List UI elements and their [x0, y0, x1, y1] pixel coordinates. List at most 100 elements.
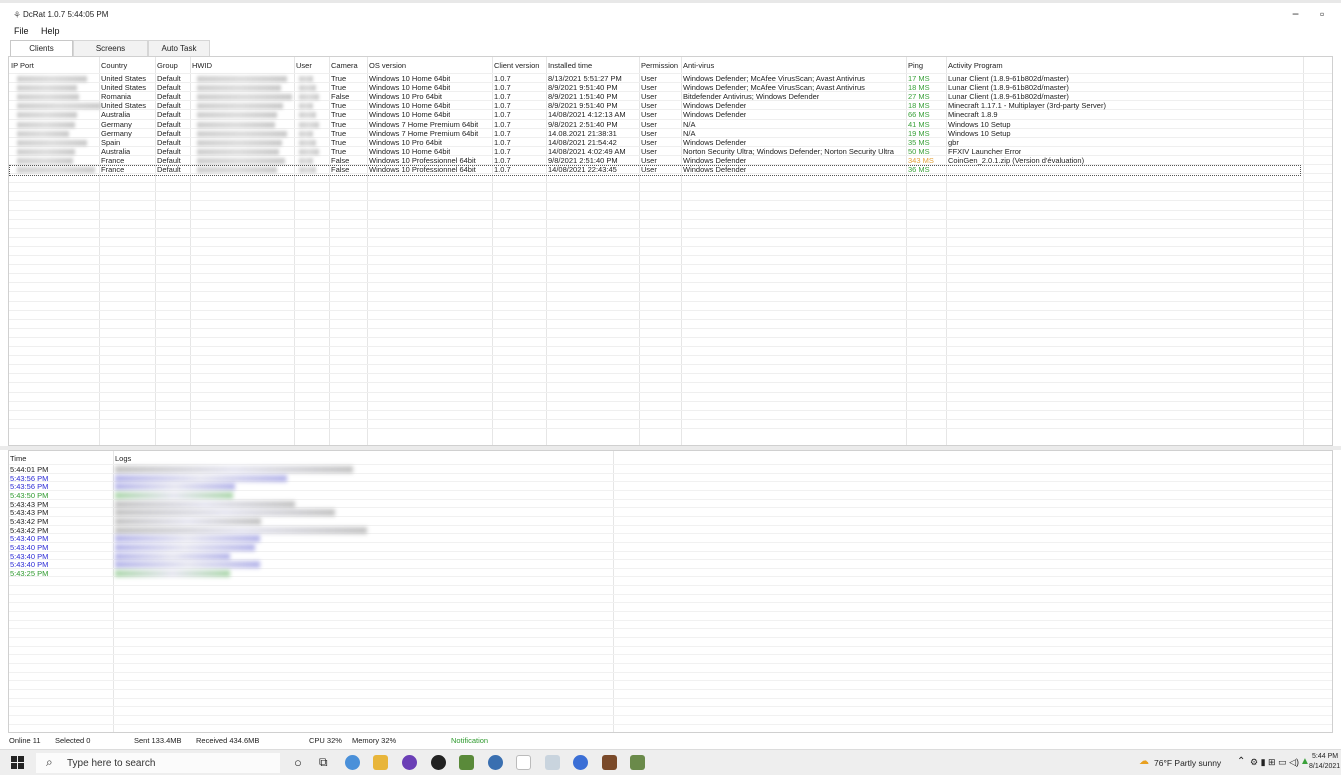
cell-activity: gbr — [948, 137, 959, 147]
table-row[interactable]: France Default False Windows 10 Professionn… — [9, 155, 1332, 165]
search-icon: ⌕ — [46, 755, 53, 769]
taskbar-date[interactable]: 8/14/2021 — [1309, 763, 1340, 770]
column-header-camera[interactable]: Camera — [331, 61, 358, 70]
cell-group: Default — [157, 137, 181, 147]
app-icon-purple[interactable] — [402, 755, 417, 770]
table-row[interactable]: United States Default True Windows 10 Home … — [9, 83, 1332, 93]
table-row[interactable]: United States Default True Windows 10 Home … — [9, 74, 1332, 83]
column-header-country[interactable]: Country — [101, 61, 127, 70]
table-row[interactable]: United States Default True Windows 10 Home … — [9, 101, 1332, 111]
tab-screens[interactable]: Screens — [73, 40, 148, 56]
chevron-up-icon[interactable]: ⌃ — [1237, 756, 1245, 767]
log-row-divider — [9, 671, 1332, 673]
tray-icons[interactable]: ⚙ ▮ ⊞ ▭ ◁) — [1250, 757, 1299, 768]
table-row[interactable]: France Default False Windows 10 Professionn… — [9, 165, 1332, 176]
redacted-ip — [17, 148, 75, 155]
cell-permission: User — [641, 110, 657, 120]
log-column-divider[interactable] — [113, 451, 114, 732]
app-icon-blue-red[interactable] — [573, 755, 588, 770]
table-row[interactable]: Australia Default True Windows 10 Home 64bi… — [9, 147, 1332, 156]
redacted-log-message — [115, 483, 235, 491]
table-row[interactable]: Germany Default True Windows 7 Home Premium… — [9, 128, 1332, 138]
weather-text[interactable]: 76°F Partly sunny — [1154, 758, 1221, 768]
column-header-activity-program[interactable]: Activity Program — [948, 61, 1003, 70]
windows-start-icon[interactable] — [11, 756, 24, 769]
cell-group: Default — [157, 101, 181, 111]
redacted-log-message — [115, 509, 335, 517]
column-header-client-version[interactable]: Client version — [494, 61, 539, 70]
redacted-user — [299, 121, 319, 128]
cell-os: Windows 10 Home 64bit — [369, 101, 451, 111]
log-header-time[interactable]: Time — [10, 454, 26, 463]
window-title: DcRat 1.0.7 5:44:05 PM — [23, 10, 109, 19]
row-divider — [9, 236, 1332, 238]
row-divider — [9, 300, 1332, 302]
cell-activity: Windows 10 Setup — [948, 128, 1011, 138]
column-header-installed-time[interactable]: Installed time — [548, 61, 592, 70]
redacted-ip — [17, 94, 79, 101]
row-divider — [9, 182, 1332, 184]
cell-permission: User — [641, 119, 657, 129]
chrome-icon[interactable] — [345, 755, 360, 770]
row-divider — [9, 391, 1332, 393]
column-header-ip-port[interactable]: IP Port — [11, 61, 34, 70]
dcrat-taskbar-icon[interactable] — [516, 755, 531, 770]
cell-group: Default — [157, 74, 181, 83]
table-row[interactable]: Romania Default False Windows 10 Pro 64bit 1… — [9, 92, 1332, 102]
clients-table[interactable]: IP Port Country Group HWID User Camera OS vers… — [8, 56, 1333, 446]
redacted-log-message — [115, 526, 367, 534]
column-header-group[interactable]: Group — [157, 61, 178, 70]
cell-ping: 18 MS — [908, 101, 930, 111]
menu-file[interactable]: File — [14, 26, 29, 36]
log-column-divider[interactable] — [613, 451, 614, 732]
row-divider — [9, 282, 1332, 284]
logs-table[interactable]: Time Logs 5:44:01 PM 5:43:56 PM 5:43:56 PM 5:… — [8, 450, 1333, 733]
table-row[interactable]: Germany Default True Windows 7 Home Premium… — [9, 119, 1332, 129]
cell-activity: Minecraft 1.8.9 — [948, 110, 998, 120]
tab-clients[interactable]: Clients — [10, 40, 73, 57]
notification-label[interactable]: Notification — [451, 736, 488, 745]
column-header-anti-virus[interactable]: Anti-virus — [683, 61, 714, 70]
tab-auto-task[interactable]: Auto Task — [148, 40, 210, 56]
row-divider — [9, 336, 1332, 338]
table-row[interactable]: Australia Default True Windows 10 Home 64bi… — [9, 110, 1332, 120]
column-header-user[interactable]: User — [296, 61, 312, 70]
app-icon-dark[interactable] — [431, 755, 446, 770]
app-icon-blue[interactable] — [488, 755, 503, 770]
minimize-icon[interactable]: − — [1292, 7, 1299, 21]
taskbar-search-box[interactable]: ⌕ Type here to search — [36, 753, 280, 773]
cell-country: United States — [101, 83, 147, 93]
cell-group: Default — [157, 128, 181, 138]
table-row[interactable]: Spain Default True Windows 10 Pro 64bit 1.0.… — [9, 137, 1332, 147]
column-header-hwid[interactable]: HWID — [192, 61, 212, 70]
log-row-divider — [9, 723, 1332, 725]
column-header-permission[interactable]: Permission — [641, 61, 678, 70]
app-icon-grey[interactable] — [545, 755, 560, 770]
cell-camera: False — [331, 92, 350, 102]
row-divider — [9, 382, 1332, 384]
row-divider — [9, 191, 1332, 193]
log-time: 5:43:42 PM — [10, 525, 49, 535]
log-row-divider — [9, 593, 1332, 595]
column-header-ping[interactable]: Ping — [908, 61, 923, 70]
file-explorer-icon[interactable] — [373, 755, 388, 770]
minecraft-icon[interactable] — [459, 755, 474, 770]
cortana-icon[interactable]: ○ — [294, 755, 302, 770]
log-time: 5:43:42 PM — [10, 516, 49, 526]
log-time: 5:43:40 PM — [10, 560, 49, 570]
task-view-icon[interactable]: ⧉ — [319, 755, 328, 770]
taskbar-time[interactable]: 5:44 PM — [1312, 753, 1338, 760]
search-placeholder: Type here to search — [67, 758, 156, 769]
cell-client-version: 1.0.7 — [494, 101, 511, 111]
minecraft-launcher-icon[interactable] — [602, 755, 617, 770]
minecraft-icon-2[interactable] — [630, 755, 645, 770]
redacted-log-message — [115, 552, 230, 560]
cell-installed: 9/8/2021 2:51:40 PM — [548, 155, 618, 165]
menu-help[interactable]: Help — [41, 26, 60, 36]
log-header-logs[interactable]: Logs — [115, 454, 131, 463]
weather-icon[interactable]: ☁ — [1139, 756, 1149, 767]
cell-client-version: 1.0.7 — [494, 119, 511, 129]
restore-icon[interactable]: ▫ — [1320, 7, 1324, 21]
cell-permission: User — [641, 128, 657, 138]
column-header-os-version[interactable]: OS version — [369, 61, 406, 70]
